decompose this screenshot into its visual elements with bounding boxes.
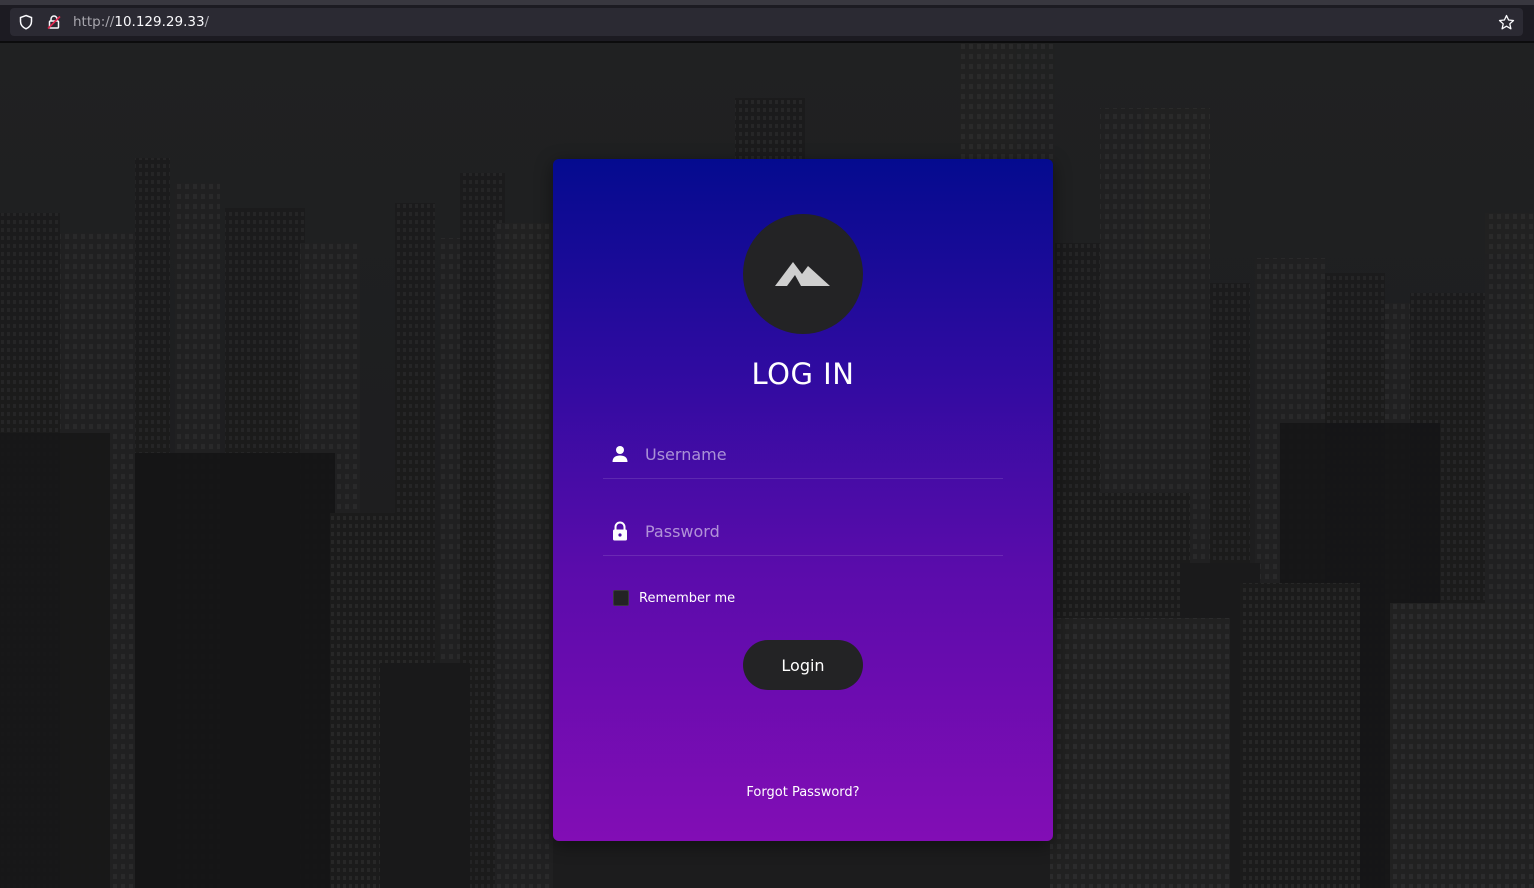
browser-top-strip [0, 0, 1534, 5]
bookmark-star-icon[interactable] [1497, 13, 1515, 31]
username-field[interactable] [603, 431, 1003, 479]
url-path: / [204, 14, 210, 30]
login-button[interactable]: Login [743, 640, 863, 690]
mountain-logo-icon [775, 256, 831, 292]
url-host: 10.129.29.33 [114, 14, 205, 30]
page-title: LOG IN [751, 357, 855, 391]
remember-me-option[interactable]: Remember me [613, 589, 735, 607]
insecure-lock-icon[interactable] [45, 13, 63, 31]
lock-icon [609, 520, 631, 542]
page-background: LOG IN Remember me [0, 43, 1534, 888]
remember-me-checkbox[interactable] [613, 590, 629, 606]
forgot-password-link[interactable]: Forgot Password? [553, 785, 1053, 800]
user-icon [609, 443, 631, 465]
url-protocol: http:// [73, 14, 115, 30]
url-text[interactable]: http://10.129.29.33/ [73, 13, 209, 31]
password-field[interactable] [603, 508, 1003, 556]
shield-icon[interactable] [17, 13, 35, 31]
logo-badge [743, 214, 863, 334]
address-bar[interactable]: http://10.129.29.33/ [10, 8, 1523, 36]
remember-me-label[interactable]: Remember me [639, 591, 735, 606]
password-input[interactable] [643, 514, 993, 548]
login-card: LOG IN Remember me [553, 159, 1053, 841]
username-input[interactable] [643, 437, 993, 471]
